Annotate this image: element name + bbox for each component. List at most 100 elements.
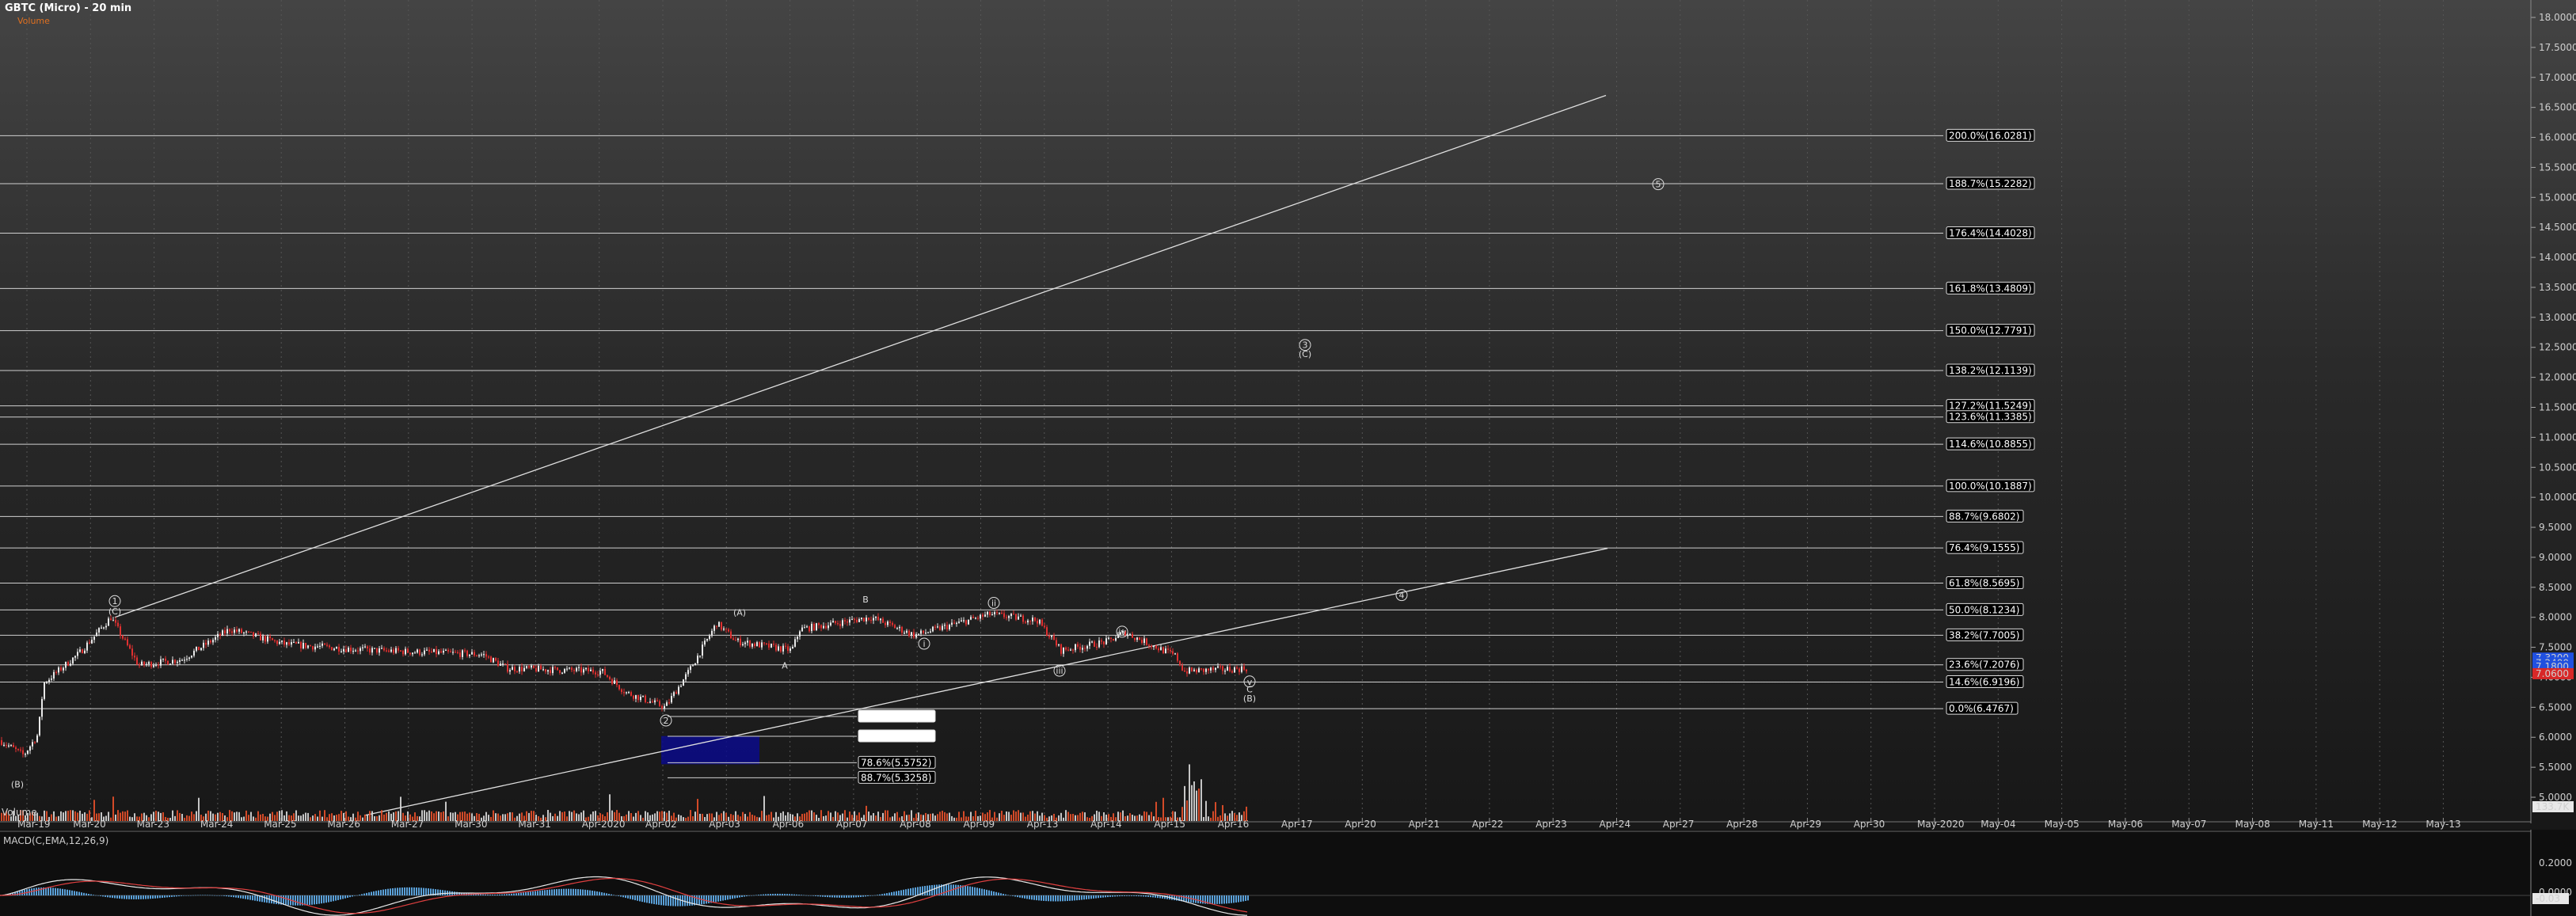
candle-body [336, 647, 337, 649]
candle-body [264, 636, 266, 642]
volume-bar [440, 811, 442, 821]
volume-bar [409, 814, 411, 821]
candle-body [1186, 671, 1188, 674]
candle-body [112, 620, 114, 621]
candle-body [141, 661, 143, 666]
volume-bar [1025, 816, 1026, 821]
macd-hist-bar [516, 893, 517, 895]
candle-body [196, 646, 197, 651]
chart-subtitle: Volume [17, 16, 50, 26]
volume-bar [414, 812, 416, 821]
candle-body [611, 678, 613, 684]
macd-hist-bar [1209, 895, 1211, 904]
candle-body [440, 651, 442, 653]
volume-bar [569, 811, 570, 821]
macd-hist-bar [347, 895, 348, 898]
candle-body [101, 627, 102, 629]
macd-hist-bar [732, 895, 733, 899]
macd-hist-bar [95, 895, 97, 896]
price-axis-label: 6.5000 [2539, 701, 2572, 713]
channel-upper-line [114, 94, 1607, 618]
candle-body [117, 622, 119, 627]
macd-hist-bar [378, 890, 379, 895]
volume-bar [1165, 817, 1166, 821]
candle-body [704, 640, 706, 645]
volume-bar [139, 816, 140, 821]
macd-hist-bar [888, 892, 890, 895]
macd-hist-bar [542, 890, 543, 895]
candle-body [801, 627, 803, 632]
candle-body [1115, 637, 1117, 641]
macd-hist-bar [1131, 895, 1132, 896]
candle-body [381, 648, 382, 649]
candle-body [360, 648, 361, 652]
volume-bar [89, 810, 90, 821]
macd-hist-bar [1143, 895, 1144, 897]
volume-bar [476, 813, 478, 821]
price-axis-label: 12.5000 [2539, 342, 2576, 353]
volume-bar [167, 817, 169, 821]
macd-hist-bar [770, 894, 771, 895]
candle-body [376, 648, 378, 653]
macd-hist-bar [622, 895, 624, 898]
volume-bar [972, 815, 974, 821]
volume-bar [48, 816, 50, 821]
macd-hist-bar [551, 889, 553, 895]
macd-hist-bar [820, 895, 821, 897]
volume-bar [257, 811, 259, 821]
macd-hist-bar [352, 895, 353, 897]
candle-body [457, 652, 459, 653]
volume-bar [512, 812, 513, 821]
macd-hist-bar [200, 895, 201, 896]
candle-body [379, 648, 380, 653]
candle-body [1048, 635, 1050, 637]
volume-bar [474, 815, 475, 821]
macd-panel[interactable]: MACD(C,EMA,12,26,9)0.20000.0000-0.03 [0, 830, 2576, 916]
volume-bar [828, 811, 829, 821]
candle-body [640, 696, 641, 701]
candle-body [930, 631, 931, 633]
macd-hist-bar [1212, 895, 1213, 904]
macd-hist-bar [1022, 895, 1023, 899]
candle-body [438, 651, 439, 655]
volume-bar [538, 815, 539, 821]
price-axis-label: 9.0000 [2539, 552, 2572, 563]
macd-hist-bar [874, 895, 876, 896]
volume-bar [516, 815, 518, 821]
volume-bar [597, 815, 599, 821]
volume-bar [286, 811, 287, 821]
macd-hist-bar [786, 894, 788, 895]
candle-body [882, 618, 884, 623]
volume-bar [1158, 817, 1159, 821]
volume-bar [400, 796, 401, 821]
volume-bar [595, 811, 596, 821]
candle-body [1003, 613, 1005, 618]
macd-hist-bar [50, 887, 51, 895]
candle-body [535, 667, 537, 672]
price-axis-label: 15.0000 [2539, 192, 2576, 203]
macd-hist-bar [981, 888, 983, 895]
candle-body [694, 663, 696, 666]
price-chart[interactable]: 18.000017.500017.000016.500016.000015.50… [0, 0, 2576, 830]
candle-body [899, 626, 900, 629]
volume-bar [362, 817, 363, 821]
macd-hist-bar [55, 887, 56, 895]
volume-bar [1222, 804, 1223, 821]
macd-hist-bar [1174, 895, 1175, 901]
macd-hist-bar [1041, 895, 1042, 901]
volume-bar [317, 816, 318, 821]
volume-bar [1186, 800, 1188, 821]
candle-body [958, 621, 960, 623]
volume-bar [1146, 811, 1147, 821]
volume-bar [628, 811, 630, 821]
candle-body [813, 623, 815, 631]
candle-body [79, 649, 81, 652]
candle-body [495, 658, 497, 661]
macd-hist-bar [520, 892, 522, 895]
volume-bar [1027, 814, 1029, 821]
candle-body [671, 696, 672, 703]
macd-hist-bar [1202, 895, 1204, 904]
macd-hist-bar [508, 894, 510, 895]
volume-bar [243, 816, 245, 821]
candle-body [469, 654, 470, 656]
